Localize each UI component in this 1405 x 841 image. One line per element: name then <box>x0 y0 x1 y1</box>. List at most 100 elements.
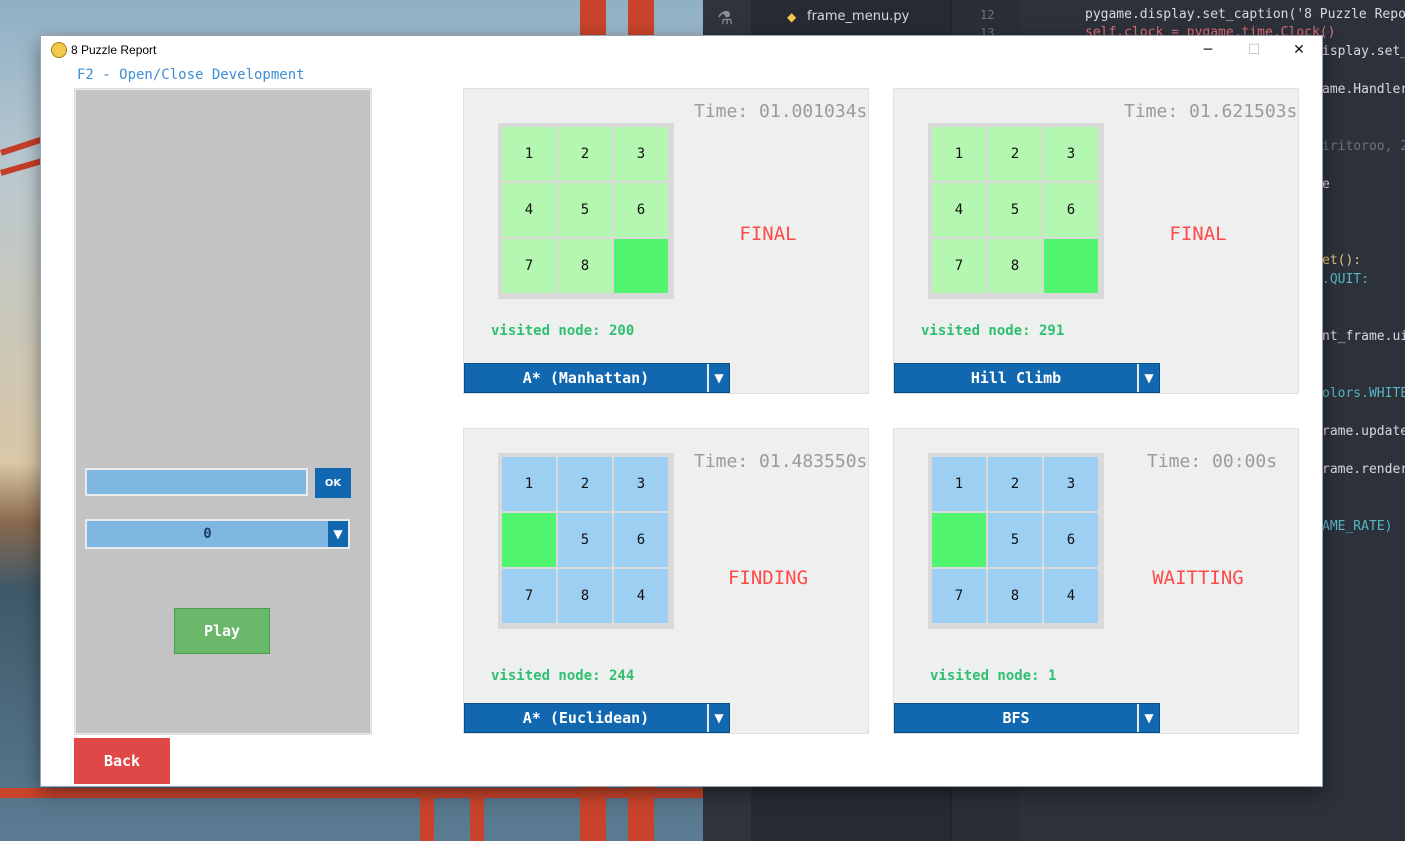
window-title: 8 Puzzle Report <box>71 43 157 57</box>
puzzle-board: 12356 784 <box>498 453 674 629</box>
puzzle-tile: 5 <box>558 513 612 567</box>
algorithm-select-value: A* (Euclidean) <box>522 709 650 727</box>
puzzle-tile: 8 <box>558 569 612 623</box>
algorithm-select[interactable]: Hill Climb ▼ <box>894 363 1160 393</box>
puzzle-panel-manhattan: Time: 01.001034s 123 456 78 FINAL visited … <box>463 88 869 394</box>
status-label: FINAL <box>739 223 797 245</box>
puzzle-tile: 8 <box>988 239 1042 293</box>
visited-node-label: visited node: 291 <box>921 323 1065 339</box>
flask-icon[interactable]: ⚗ <box>717 8 733 29</box>
puzzle-tile: 3 <box>1044 457 1098 511</box>
puzzle-tile: 7 <box>502 239 556 293</box>
close-button[interactable]: ✕ <box>1276 36 1322 64</box>
puzzle-panel-bfs: Time: 00:00s 12356 784 WAITTING visited n… <box>893 428 1299 734</box>
chevron-down-icon[interactable]: ▼ <box>1137 364 1159 392</box>
algorithm-select-value: Hill Climb <box>970 369 1062 387</box>
line-number: 12 <box>980 8 995 22</box>
code-line: e <box>1322 177 1330 192</box>
chevron-down-icon[interactable]: ▼ <box>1137 704 1159 732</box>
back-button[interactable]: Back <box>74 738 170 784</box>
puzzle-tile: 8 <box>988 569 1042 623</box>
title-bar[interactable]: 8 Puzzle Report ─ ☐ ✕ <box>41 36 1322 64</box>
puzzle-report-window: 8 Puzzle Report ─ ☐ ✕ F2 - Open/Close De… <box>41 36 1322 786</box>
puzzle-tile: 6 <box>1044 513 1098 567</box>
close-icon: ✕ <box>1293 42 1305 58</box>
time-label: Time: 01.001034s <box>694 101 868 122</box>
chevron-down-icon[interactable]: ▼ <box>707 704 729 732</box>
pygame-icon <box>51 42 67 58</box>
blank-tile <box>932 513 986 567</box>
visited-node-label: visited node: 244 <box>491 668 635 684</box>
puzzle-tile: 3 <box>1044 127 1098 181</box>
puzzle-tile: 1 <box>932 127 986 181</box>
play-button[interactable]: Play <box>174 608 270 654</box>
puzzle-tile: 4 <box>932 183 986 237</box>
puzzle-tile: 6 <box>1044 183 1098 237</box>
bridge-deck <box>0 788 703 798</box>
algorithm-select-value: BFS <box>1002 709 1030 727</box>
time-label: Time: 01.621503s <box>1124 101 1298 122</box>
puzzle-tile: 8 <box>558 239 612 293</box>
chevron-down-icon[interactable]: ▼ <box>707 364 729 392</box>
puzzle-panel-euclidean: Time: 01.483550s 12356 784 FINDING visite… <box>463 428 869 734</box>
puzzle-tile: 2 <box>558 457 612 511</box>
code-line: olors.WHITE <box>1322 386 1405 401</box>
puzzle-tile: 2 <box>988 127 1042 181</box>
puzzle-board: 123 456 78 <box>498 123 674 299</box>
code-line: ame.Handler <box>1322 82 1405 97</box>
code-line: nt_frame.ui <box>1322 329 1405 344</box>
code-line: pygame.display.set_caption('8 Puzzle Rep… <box>1085 7 1405 22</box>
puzzle-tile: 7 <box>932 239 986 293</box>
visited-node-label: visited node: 200 <box>491 323 635 339</box>
minimize-button[interactable]: ─ <box>1185 36 1231 64</box>
time-label: Time: 00:00s <box>1147 451 1278 472</box>
code-line: .QUIT: <box>1322 272 1369 287</box>
bridge-tower <box>470 790 484 841</box>
blank-tile <box>502 513 556 567</box>
puzzle-tile: 4 <box>1044 569 1098 623</box>
puzzle-tile: 2 <box>988 457 1042 511</box>
maximize-icon: ☐ <box>1247 42 1261 58</box>
file-tree-item[interactable]: frame_menu.py <box>807 9 909 24</box>
algorithm-select[interactable]: A* (Manhattan) ▼ <box>464 363 730 393</box>
puzzle-tile: 4 <box>614 569 668 623</box>
blank-tile <box>614 239 668 293</box>
minimize-icon: ─ <box>1203 42 1213 58</box>
blank-tile <box>1044 239 1098 293</box>
dev-hint-text: F2 - Open/Close Development <box>77 67 305 83</box>
python-file-icon: ◆ <box>787 10 797 24</box>
status-label: FINAL <box>1169 223 1227 245</box>
count-select[interactable]: 0 ▼ <box>85 519 350 549</box>
visited-node-label: visited node: 1 <box>930 668 1057 684</box>
puzzle-tile: 6 <box>614 513 668 567</box>
algorithm-select-value: A* (Manhattan) <box>522 369 650 387</box>
algorithm-select[interactable]: BFS ▼ <box>894 703 1160 733</box>
algorithm-select[interactable]: A* (Euclidean) ▼ <box>464 703 730 733</box>
bridge-tower <box>420 790 434 841</box>
code-line: et(): <box>1322 253 1362 268</box>
status-label: FINDING <box>727 567 809 589</box>
chevron-down-icon[interactable]: ▼ <box>328 521 348 547</box>
ok-button[interactable]: OK <box>315 468 351 498</box>
puzzle-tile: 2 <box>558 127 612 181</box>
puzzle-tile: 1 <box>932 457 986 511</box>
puzzle-tile: 5 <box>988 183 1042 237</box>
code-line: AME_RATE) <box>1322 519 1393 534</box>
puzzle-tile: 5 <box>988 513 1042 567</box>
maximize-button[interactable]: ☐ <box>1231 36 1277 64</box>
code-line: rame.render <box>1322 462 1405 477</box>
puzzle-tile: 3 <box>614 457 668 511</box>
puzzle-tile: 7 <box>932 569 986 623</box>
control-panel: OK 0 ▼ Play <box>74 88 372 735</box>
count-select-value: 0 <box>203 526 212 542</box>
puzzle-tile: 1 <box>502 127 556 181</box>
puzzle-tile: 5 <box>558 183 612 237</box>
puzzle-board: 123 456 78 <box>928 123 1104 299</box>
code-line: iritoroo, 2 <box>1322 139 1405 154</box>
puzzle-tile: 3 <box>614 127 668 181</box>
puzzle-tile: 1 <box>502 457 556 511</box>
puzzle-board: 12356 784 <box>928 453 1104 629</box>
text-input[interactable] <box>85 468 308 496</box>
puzzle-tile: 6 <box>614 183 668 237</box>
code-line: isplay.set_ <box>1322 44 1405 59</box>
